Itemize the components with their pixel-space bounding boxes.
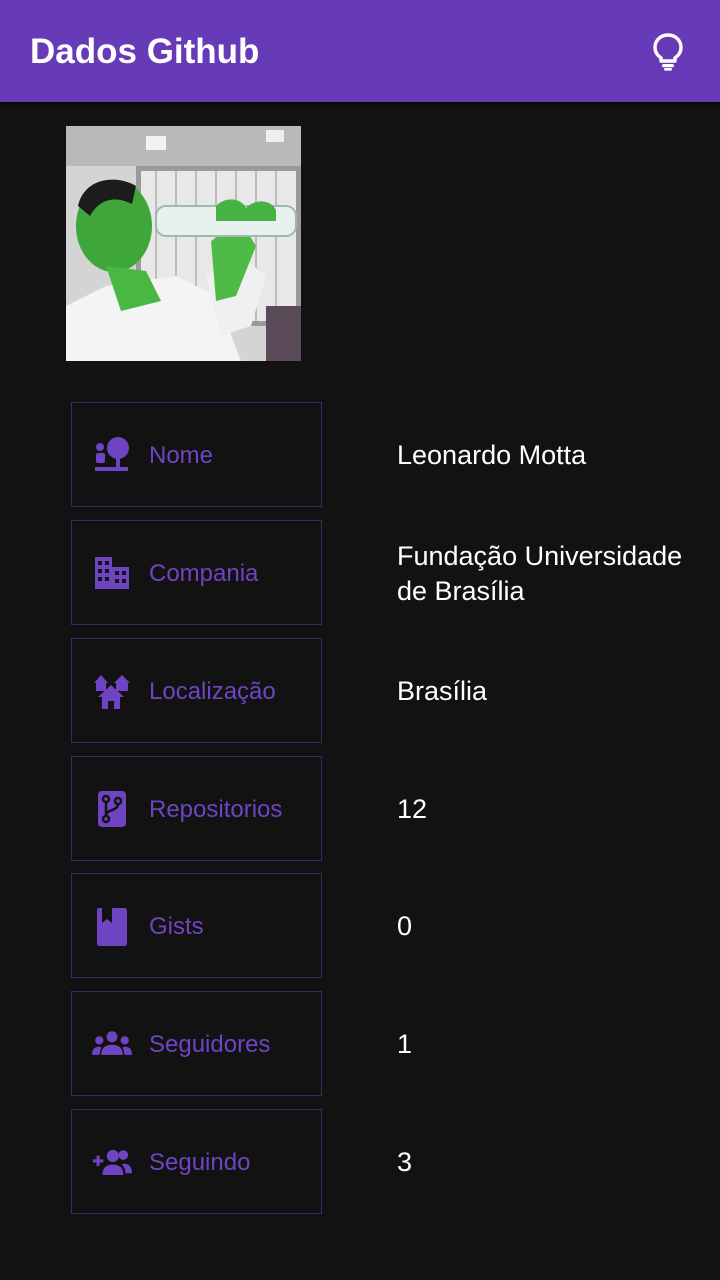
label-localizacao: Localização xyxy=(149,678,276,705)
label-box-seguindo: Seguindo xyxy=(71,1109,322,1214)
label-seguidores: Seguidores xyxy=(149,1031,271,1058)
people-group-icon xyxy=(92,1031,132,1055)
info-row-compania: Compania Fundação Universidade de Brasíl… xyxy=(0,520,720,627)
label-box-seguidores: Seguidores xyxy=(71,991,322,1096)
label-box-compania: Compania xyxy=(71,520,322,625)
label-box-localizacao: Localização xyxy=(71,638,322,743)
value-localizacao: Brasília xyxy=(397,676,488,706)
info-row-gists: Gists 0 xyxy=(0,873,720,980)
info-row-seguindo: Seguindo 3 xyxy=(0,1109,720,1216)
theme-toggle-button[interactable] xyxy=(646,30,690,74)
value-compania: Fundação Universidade de Brasília xyxy=(397,541,683,606)
label-nome: Nome xyxy=(149,442,214,469)
label-box-gists: Gists xyxy=(71,873,322,978)
building-icon xyxy=(95,557,129,589)
value-repositorios: 12 xyxy=(397,794,428,824)
add-people-icon xyxy=(92,1149,132,1176)
lightbulb-icon xyxy=(653,33,683,71)
source-branch-icon xyxy=(98,791,126,827)
info-row-localizacao: Localização Brasília xyxy=(0,638,720,745)
person-tree-icon xyxy=(95,437,129,471)
avatar xyxy=(66,126,301,361)
label-compania: Compania xyxy=(149,560,259,587)
value-nome: Leonardo Motta xyxy=(397,440,587,470)
value-seguidores: 1 xyxy=(397,1029,413,1059)
bookmark-book-icon xyxy=(97,908,127,946)
user-photo xyxy=(66,126,301,361)
app-bar: Dados Github xyxy=(0,0,720,102)
info-row-repositorios: Repositorios 12 xyxy=(0,756,720,863)
label-box-nome: Nome xyxy=(71,402,322,507)
value-gists: 0 xyxy=(397,911,413,941)
label-box-repositorios: Repositorios xyxy=(71,756,322,861)
label-gists: Gists xyxy=(149,913,204,940)
houses-icon xyxy=(94,675,130,709)
label-seguindo: Seguindo xyxy=(149,1149,251,1176)
info-row-seguidores: Seguidores 1 xyxy=(0,991,720,1098)
value-seguindo: 3 xyxy=(397,1147,413,1177)
app-title: Dados Github xyxy=(30,32,260,71)
info-row-nome: Nome Leonardo Motta xyxy=(0,402,720,509)
label-repositorios: Repositorios xyxy=(149,796,283,823)
